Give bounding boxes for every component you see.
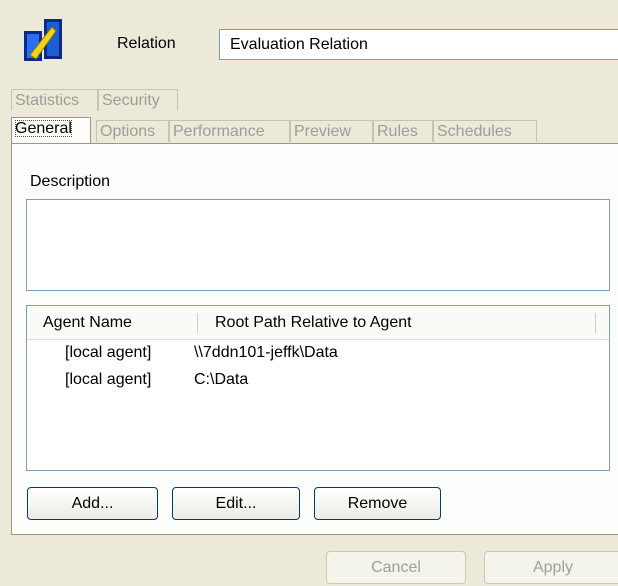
root-path-cell: C:\Data xyxy=(194,371,249,388)
tab-label: Statistics xyxy=(15,92,80,109)
column-divider[interactable] xyxy=(595,313,596,333)
tab-security[interactable]: Security xyxy=(98,89,178,111)
agents-list[interactable]: Agent Name Root Path Relative to Agent [… xyxy=(26,305,610,471)
agents-list-header: Agent Name Root Path Relative to Agent xyxy=(27,306,609,340)
cancel-button[interactable]: Cancel xyxy=(326,551,466,584)
root-path-cell: \\7ddn101-jeffk\Data xyxy=(194,344,338,361)
tab-options[interactable]: Options xyxy=(96,120,169,142)
relation-label: Relation xyxy=(117,35,176,52)
table-row[interactable]: [local agent] C:\Data xyxy=(27,368,609,394)
relation-name-input[interactable] xyxy=(219,29,618,60)
tab-label: Rules xyxy=(377,123,418,140)
edit-agent-button[interactable]: Edit... xyxy=(172,487,300,520)
apply-button[interactable]: Apply xyxy=(484,551,618,584)
tab-performance[interactable]: Performance xyxy=(169,120,290,142)
tab-general[interactable]: General xyxy=(11,117,91,143)
column-header-agent-name[interactable]: Agent Name xyxy=(43,314,132,332)
table-row[interactable]: [local agent] \\7ddn101-jeffk\Data xyxy=(27,341,609,367)
tab-preview[interactable]: Preview xyxy=(290,120,373,142)
column-header-root-path[interactable]: Root Path Relative to Agent xyxy=(215,314,412,332)
tab-schedules[interactable]: Schedules xyxy=(433,120,537,142)
tab-label: Security xyxy=(102,92,160,109)
agent-name-cell: [local agent] xyxy=(65,371,152,388)
tab-label: Options xyxy=(100,123,156,140)
tab-label: General xyxy=(15,120,72,137)
tab-label: Schedules xyxy=(437,123,512,140)
description-label: Description xyxy=(30,173,111,190)
tab-label: Performance xyxy=(173,123,265,140)
add-agent-button[interactable]: Add... xyxy=(27,487,158,520)
column-divider[interactable] xyxy=(197,313,198,333)
agent-name-cell: [local agent] xyxy=(65,344,152,361)
description-field[interactable] xyxy=(26,199,610,291)
tab-rules[interactable]: Rules xyxy=(373,120,433,142)
remove-agent-button[interactable]: Remove xyxy=(314,487,441,520)
tab-statistics[interactable]: Statistics xyxy=(11,89,98,111)
tab-label: Preview xyxy=(294,123,351,140)
relation-icon xyxy=(22,17,82,65)
